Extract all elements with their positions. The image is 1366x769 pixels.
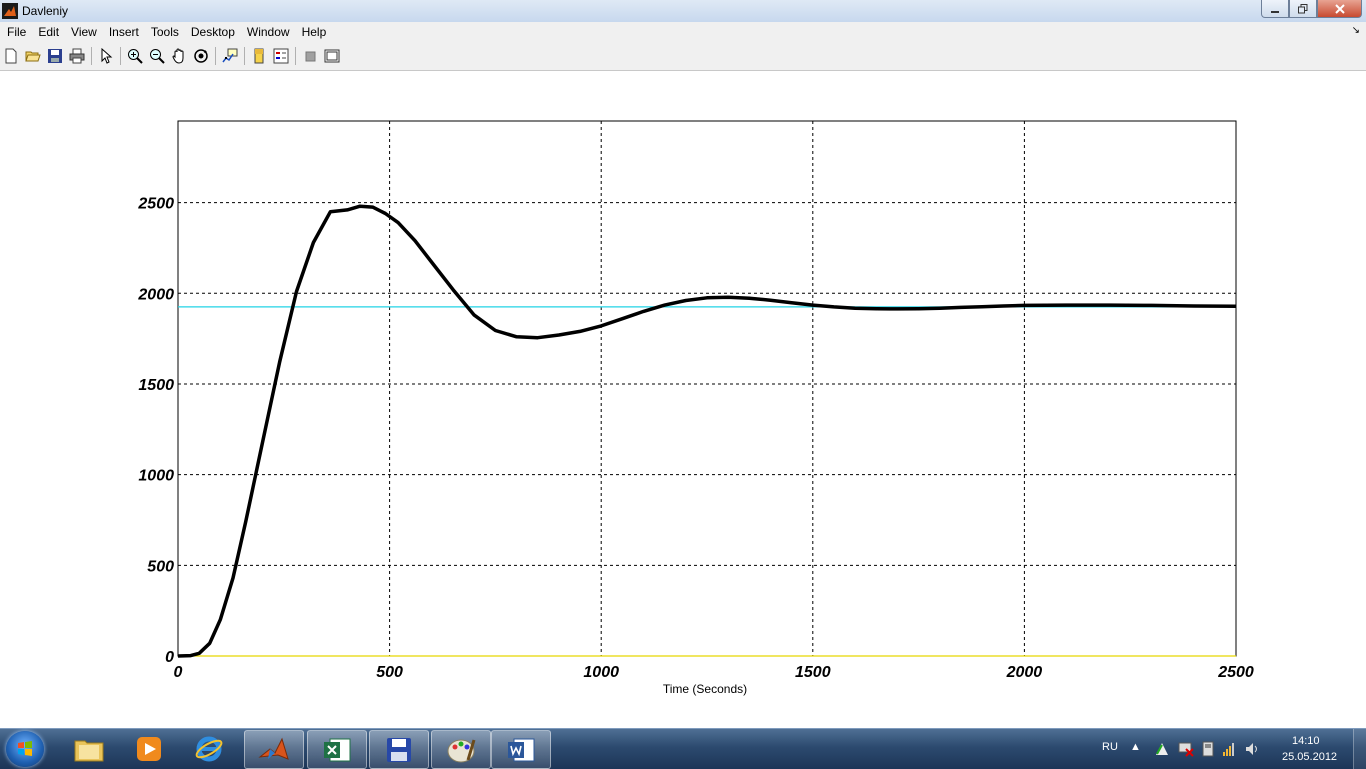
clock-time[interactable]: 14:10	[1292, 735, 1320, 747]
zoom-in-button[interactable]	[124, 45, 146, 67]
zoom-out-button[interactable]	[146, 45, 168, 67]
hand-icon	[172, 48, 184, 64]
restore-button[interactable]	[1289, 0, 1317, 18]
open-folder-icon	[25, 51, 41, 62]
x-tick-label: 2500	[1217, 664, 1254, 681]
x-tick-label: 2000	[1006, 664, 1043, 681]
word-icon	[508, 738, 535, 761]
network-error-icon[interactable]	[1178, 741, 1194, 757]
rotate-3d-icon	[194, 49, 208, 63]
toolbar-separator	[295, 47, 296, 65]
minimize-button[interactable]	[1261, 0, 1289, 18]
hide-plot-tools-button[interactable]	[299, 45, 321, 67]
start-button[interactable]	[6, 731, 44, 767]
toolbar-separator	[91, 47, 92, 65]
dock-arrow-icon[interactable]: ↘	[1352, 25, 1360, 36]
taskbar-excel[interactable]	[307, 730, 367, 769]
clock-date[interactable]: 25.05.2012	[1282, 751, 1337, 763]
taskbar-explorer[interactable]	[60, 730, 118, 767]
window-title: Davleniy	[22, 4, 69, 18]
y-tick-label: 1500	[138, 377, 174, 394]
open-file-button[interactable]	[22, 45, 44, 67]
figure-canvas[interactable]: 0 500 1000 1500 2000 2500 0 500 1000 1500 2000 250…	[0, 71, 1366, 726]
taskbar-paint[interactable]	[431, 730, 491, 769]
x-tick-label: 1500	[795, 664, 831, 681]
system-tray: RU ▲ 14:10 25.05.2012	[1096, 729, 1366, 769]
windows-logo-icon	[18, 741, 32, 756]
show-plot-tools-icon	[324, 49, 340, 63]
taskbar-internet-explorer[interactable]	[180, 730, 238, 767]
close-button[interactable]	[1317, 0, 1362, 18]
toolbar-separator	[215, 47, 216, 65]
figure-toolbar	[0, 42, 1366, 71]
pan-button[interactable]	[168, 45, 190, 67]
hide-plot-tools-icon	[305, 51, 316, 62]
y-tick-label: 1000	[138, 468, 174, 485]
save-disk-icon	[48, 49, 62, 63]
taskbar-matlab[interactable]	[244, 730, 304, 769]
legend-icon	[273, 48, 289, 64]
insert-colorbar-button[interactable]	[248, 45, 270, 67]
menu-insert[interactable]: Insert	[104, 25, 144, 39]
new-file-icon	[5, 48, 17, 64]
x-tick-labels: 0 500 1000 1500 2000 2500	[174, 664, 1254, 681]
edit-plot-button[interactable]	[95, 45, 117, 67]
toolbar-separator	[120, 47, 121, 65]
internet-explorer-icon	[195, 736, 223, 761]
x-axis-label: Time (Seconds)	[663, 682, 747, 696]
menu-view[interactable]: View	[66, 25, 102, 39]
x-tick-label: 500	[376, 664, 403, 681]
minimize-icon	[1271, 10, 1279, 13]
rotate-3d-button[interactable]	[190, 45, 212, 67]
matlab-icon	[258, 737, 289, 760]
print-button[interactable]	[66, 45, 88, 67]
printer-icon	[69, 48, 85, 64]
menu-tools[interactable]: Tools	[146, 25, 184, 39]
menu-desktop[interactable]: Desktop	[186, 25, 240, 39]
y-tick-label: 500	[147, 558, 174, 575]
zoom-in-icon	[128, 49, 143, 64]
volume-icon[interactable]	[1244, 741, 1260, 757]
matlab-figure-icon	[2, 3, 18, 19]
menu-file[interactable]: File	[2, 25, 31, 39]
colorbar-icon	[254, 48, 264, 64]
show-hidden-icons[interactable]: ▲	[1130, 741, 1141, 753]
data-cursor-icon	[222, 48, 238, 63]
taskbar-save-disk[interactable]	[369, 730, 429, 769]
pointer-arrow-icon	[101, 48, 113, 64]
save-button[interactable]	[44, 45, 66, 67]
action-center-icon[interactable]	[1154, 741, 1170, 757]
safely-remove-icon[interactable]	[1200, 741, 1216, 757]
menu-bar: File Edit View Insert Tools Desktop Wind…	[0, 22, 1366, 42]
show-desktop-button[interactable]	[1353, 729, 1366, 769]
new-figure-button[interactable]	[0, 45, 22, 67]
zoom-out-icon	[150, 49, 165, 64]
paint-palette-icon	[447, 739, 476, 762]
taskbar-word[interactable]	[491, 730, 551, 769]
title-bar: Davleniy	[0, 0, 1366, 23]
axes-box[interactable]	[177, 120, 1237, 657]
menu-edit[interactable]: Edit	[33, 25, 64, 39]
close-icon	[1334, 3, 1345, 14]
menu-window[interactable]: Window	[242, 25, 295, 39]
x-tick-label: 0	[174, 664, 183, 681]
floppy-disk-icon	[387, 737, 411, 762]
y-tick-label: 2000	[137, 286, 174, 303]
insert-legend-button[interactable]	[270, 45, 292, 67]
data-cursor-button[interactable]	[219, 45, 241, 67]
show-plot-tools-button[interactable]	[321, 45, 343, 67]
x-tick-label: 1000	[583, 664, 619, 681]
language-indicator[interactable]: RU	[1102, 741, 1118, 753]
windows-taskbar: RU ▲ 14:10 25.05.2012	[0, 728, 1366, 769]
restore-icon	[1298, 3, 1308, 13]
folder-icon	[74, 740, 104, 761]
y-tick-label: 2500	[137, 196, 174, 213]
taskbar-media-player[interactable]	[120, 730, 178, 767]
wifi-signal-icon[interactable]	[1222, 741, 1238, 757]
y-tick-labels: 05001000150020002500	[137, 196, 174, 666]
menu-help[interactable]: Help	[297, 25, 332, 39]
media-player-icon	[137, 736, 161, 761]
excel-icon	[324, 738, 351, 761]
toolbar-separator	[244, 47, 245, 65]
